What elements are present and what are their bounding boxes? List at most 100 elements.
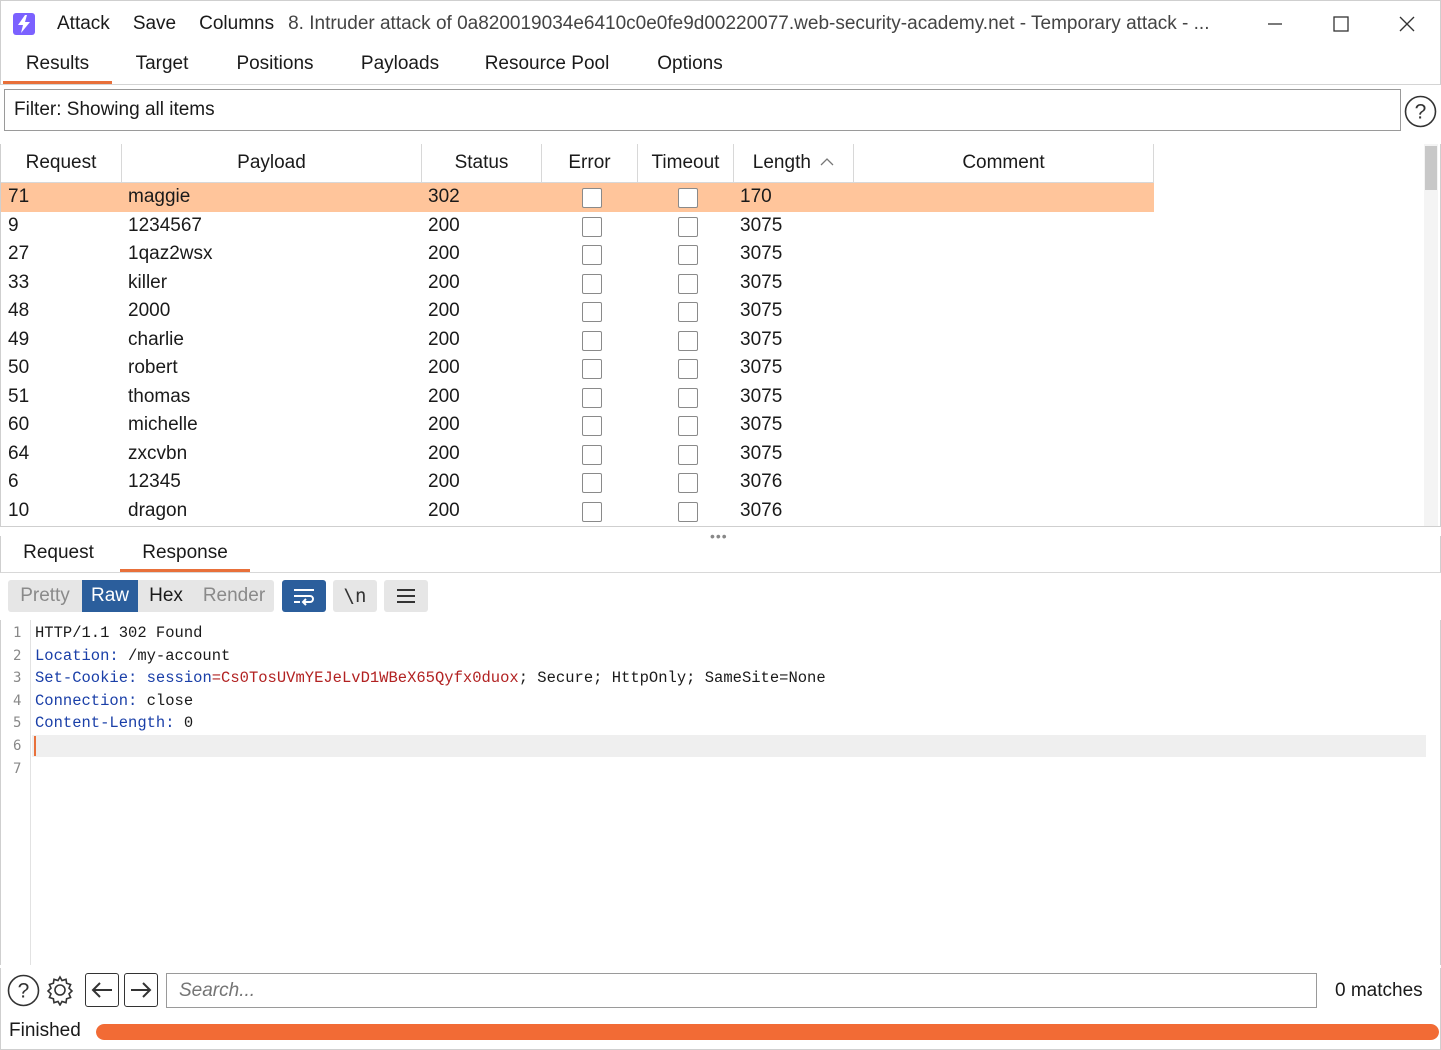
cell-payload: michelle <box>128 414 198 435</box>
scrollbar-thumb[interactable] <box>1425 146 1437 190</box>
view-hex-button[interactable]: Hex <box>138 580 194 612</box>
tab-options[interactable]: Options <box>644 46 736 84</box>
tab-payloads[interactable]: Payloads <box>349 46 451 84</box>
timeout-checkbox[interactable] <box>678 188 698 208</box>
editor-menu-button[interactable] <box>384 580 428 612</box>
error-checkbox[interactable] <box>582 302 602 322</box>
tab-resource-pool[interactable]: Resource Pool <box>474 46 620 84</box>
column-header-length[interactable]: Length <box>734 144 854 183</box>
cell-request: 9 <box>8 214 19 236</box>
timeout-checkbox[interactable] <box>678 330 698 351</box>
view-render-button[interactable]: Render <box>194 580 274 612</box>
cell-request: 33 <box>8 271 30 293</box>
previous-match-button[interactable] <box>85 973 119 1007</box>
word-wrap-button[interactable] <box>282 580 326 612</box>
cell-payload: dragon <box>128 499 188 521</box>
close-icon <box>1399 16 1415 32</box>
column-header-payload[interactable]: Payload <box>122 144 422 183</box>
cell-payload: robert <box>128 357 178 378</box>
close-button[interactable] <box>1374 1 1440 47</box>
error-checkbox[interactable] <box>582 330 602 351</box>
view-pretty-button[interactable]: Pretty <box>8 580 82 612</box>
timeout-checkbox[interactable] <box>678 302 698 322</box>
tab-request[interactable]: Request <box>11 536 106 572</box>
timeout-checkbox[interactable] <box>678 501 698 522</box>
tab-response[interactable]: Response <box>120 536 250 572</box>
maximize-button[interactable] <box>1308 1 1374 47</box>
help-icon: ? <box>7 974 39 1006</box>
table-scrollbar[interactable] <box>1424 144 1438 526</box>
timeout-checkbox[interactable] <box>678 387 698 408</box>
table-row[interactable]: 71 maggie 302 170 <box>1 183 1154 212</box>
table-row[interactable]: 10 dragon 200 3076 <box>1 497 1154 526</box>
cell-length: 3075 <box>740 328 783 350</box>
header-name: Connection: <box>35 691 138 710</box>
table-row[interactable]: 33 killer 200 3075 <box>1 269 1154 298</box>
column-header-comment[interactable]: Comment <box>854 144 1154 183</box>
error-checkbox[interactable] <box>582 359 602 379</box>
error-checkbox[interactable] <box>582 416 602 436</box>
error-checkbox[interactable] <box>582 444 602 465</box>
search-input[interactable] <box>166 973 1317 1008</box>
error-checkbox[interactable] <box>582 245 602 265</box>
error-checkbox[interactable] <box>582 473 602 493</box>
code-line: HTTP/1.1 302 Found <box>35 622 202 645</box>
filter-bar[interactable]: Filter: Showing all items <box>4 89 1401 131</box>
code-line: Set-Cookie: session=Cs0TosUVmYEJeLvD1WBe… <box>35 667 826 690</box>
error-checkbox[interactable] <box>582 501 602 522</box>
help-icon[interactable]: ? <box>1404 95 1437 134</box>
table-row[interactable]: 49 charlie 200 3075 <box>1 326 1154 355</box>
next-match-button[interactable] <box>124 973 158 1007</box>
table-row[interactable]: 27 1qaz2wsx 200 3075 <box>1 240 1154 269</box>
timeout-checkbox[interactable] <box>678 359 698 379</box>
sort-ascending-icon <box>820 158 834 166</box>
header-name: Set-Cookie: <box>35 669 138 688</box>
cell-request: 48 <box>8 300 30 321</box>
error-checkbox[interactable] <box>582 216 602 237</box>
table-row[interactable]: 9 1234567 200 3075 <box>1 212 1154 241</box>
timeout-checkbox[interactable] <box>678 473 698 493</box>
timeout-checkbox[interactable] <box>678 216 698 237</box>
menu-save[interactable]: Save <box>133 13 176 35</box>
cell-status: 200 <box>428 499 460 521</box>
word-wrap-icon <box>294 589 314 606</box>
menu-columns[interactable]: Columns <box>199 13 274 35</box>
cell-payload: 2000 <box>128 300 171 321</box>
error-checkbox[interactable] <box>582 273 602 294</box>
cookie-value: =Cs0TosUVmYEJeLvD1WBeX65Qyfx0duox <box>211 669 519 688</box>
cell-status: 200 <box>428 442 460 464</box>
timeout-checkbox[interactable] <box>678 245 698 265</box>
table-row[interactable]: 51 thomas 200 3075 <box>1 383 1154 412</box>
cell-length: 3075 <box>740 414 783 435</box>
cell-request: 51 <box>8 385 30 407</box>
menu-attack[interactable]: Attack <box>57 13 110 35</box>
progress-bar <box>96 1024 1439 1040</box>
show-newlines-button[interactable]: \n <box>333 580 377 612</box>
search-bar: ? 0 matches <box>0 968 1441 1012</box>
timeout-checkbox[interactable] <box>678 273 698 294</box>
tab-target[interactable]: Target <box>121 46 203 84</box>
column-header-error[interactable]: Error <box>542 144 638 183</box>
help-button[interactable]: ? <box>6 973 40 1007</box>
timeout-checkbox[interactable] <box>678 444 698 465</box>
table-row[interactable]: 48 2000 200 3075 <box>1 297 1154 326</box>
table-row[interactable]: 50 robert 200 3075 <box>1 354 1154 383</box>
view-raw-button[interactable]: Raw <box>82 580 138 612</box>
cell-request: 50 <box>8 357 30 378</box>
minimize-button[interactable] <box>1242 1 1308 47</box>
cell-status: 200 <box>428 414 460 435</box>
table-row[interactable]: 64 zxcvbn 200 3075 <box>1 440 1154 469</box>
settings-button[interactable] <box>43 973 77 1007</box>
response-editor[interactable]: 1 2 3 4 5 6 7 HTTP/1.1 302 Found Location: /my-… <box>0 620 1441 965</box>
column-header-request[interactable]: Request <box>1 144 122 183</box>
table-row[interactable]: 60 michelle 200 3075 <box>1 411 1154 440</box>
table-row[interactable]: 6 12345 200 3076 <box>1 468 1154 497</box>
column-header-status[interactable]: Status <box>422 144 542 183</box>
cell-payload: thomas <box>128 385 191 407</box>
column-header-timeout[interactable]: Timeout <box>638 144 734 183</box>
tab-positions[interactable]: Positions <box>225 46 325 84</box>
error-checkbox[interactable] <box>582 188 602 208</box>
timeout-checkbox[interactable] <box>678 416 698 436</box>
error-checkbox[interactable] <box>582 387 602 408</box>
tab-results[interactable]: Results <box>3 46 112 84</box>
